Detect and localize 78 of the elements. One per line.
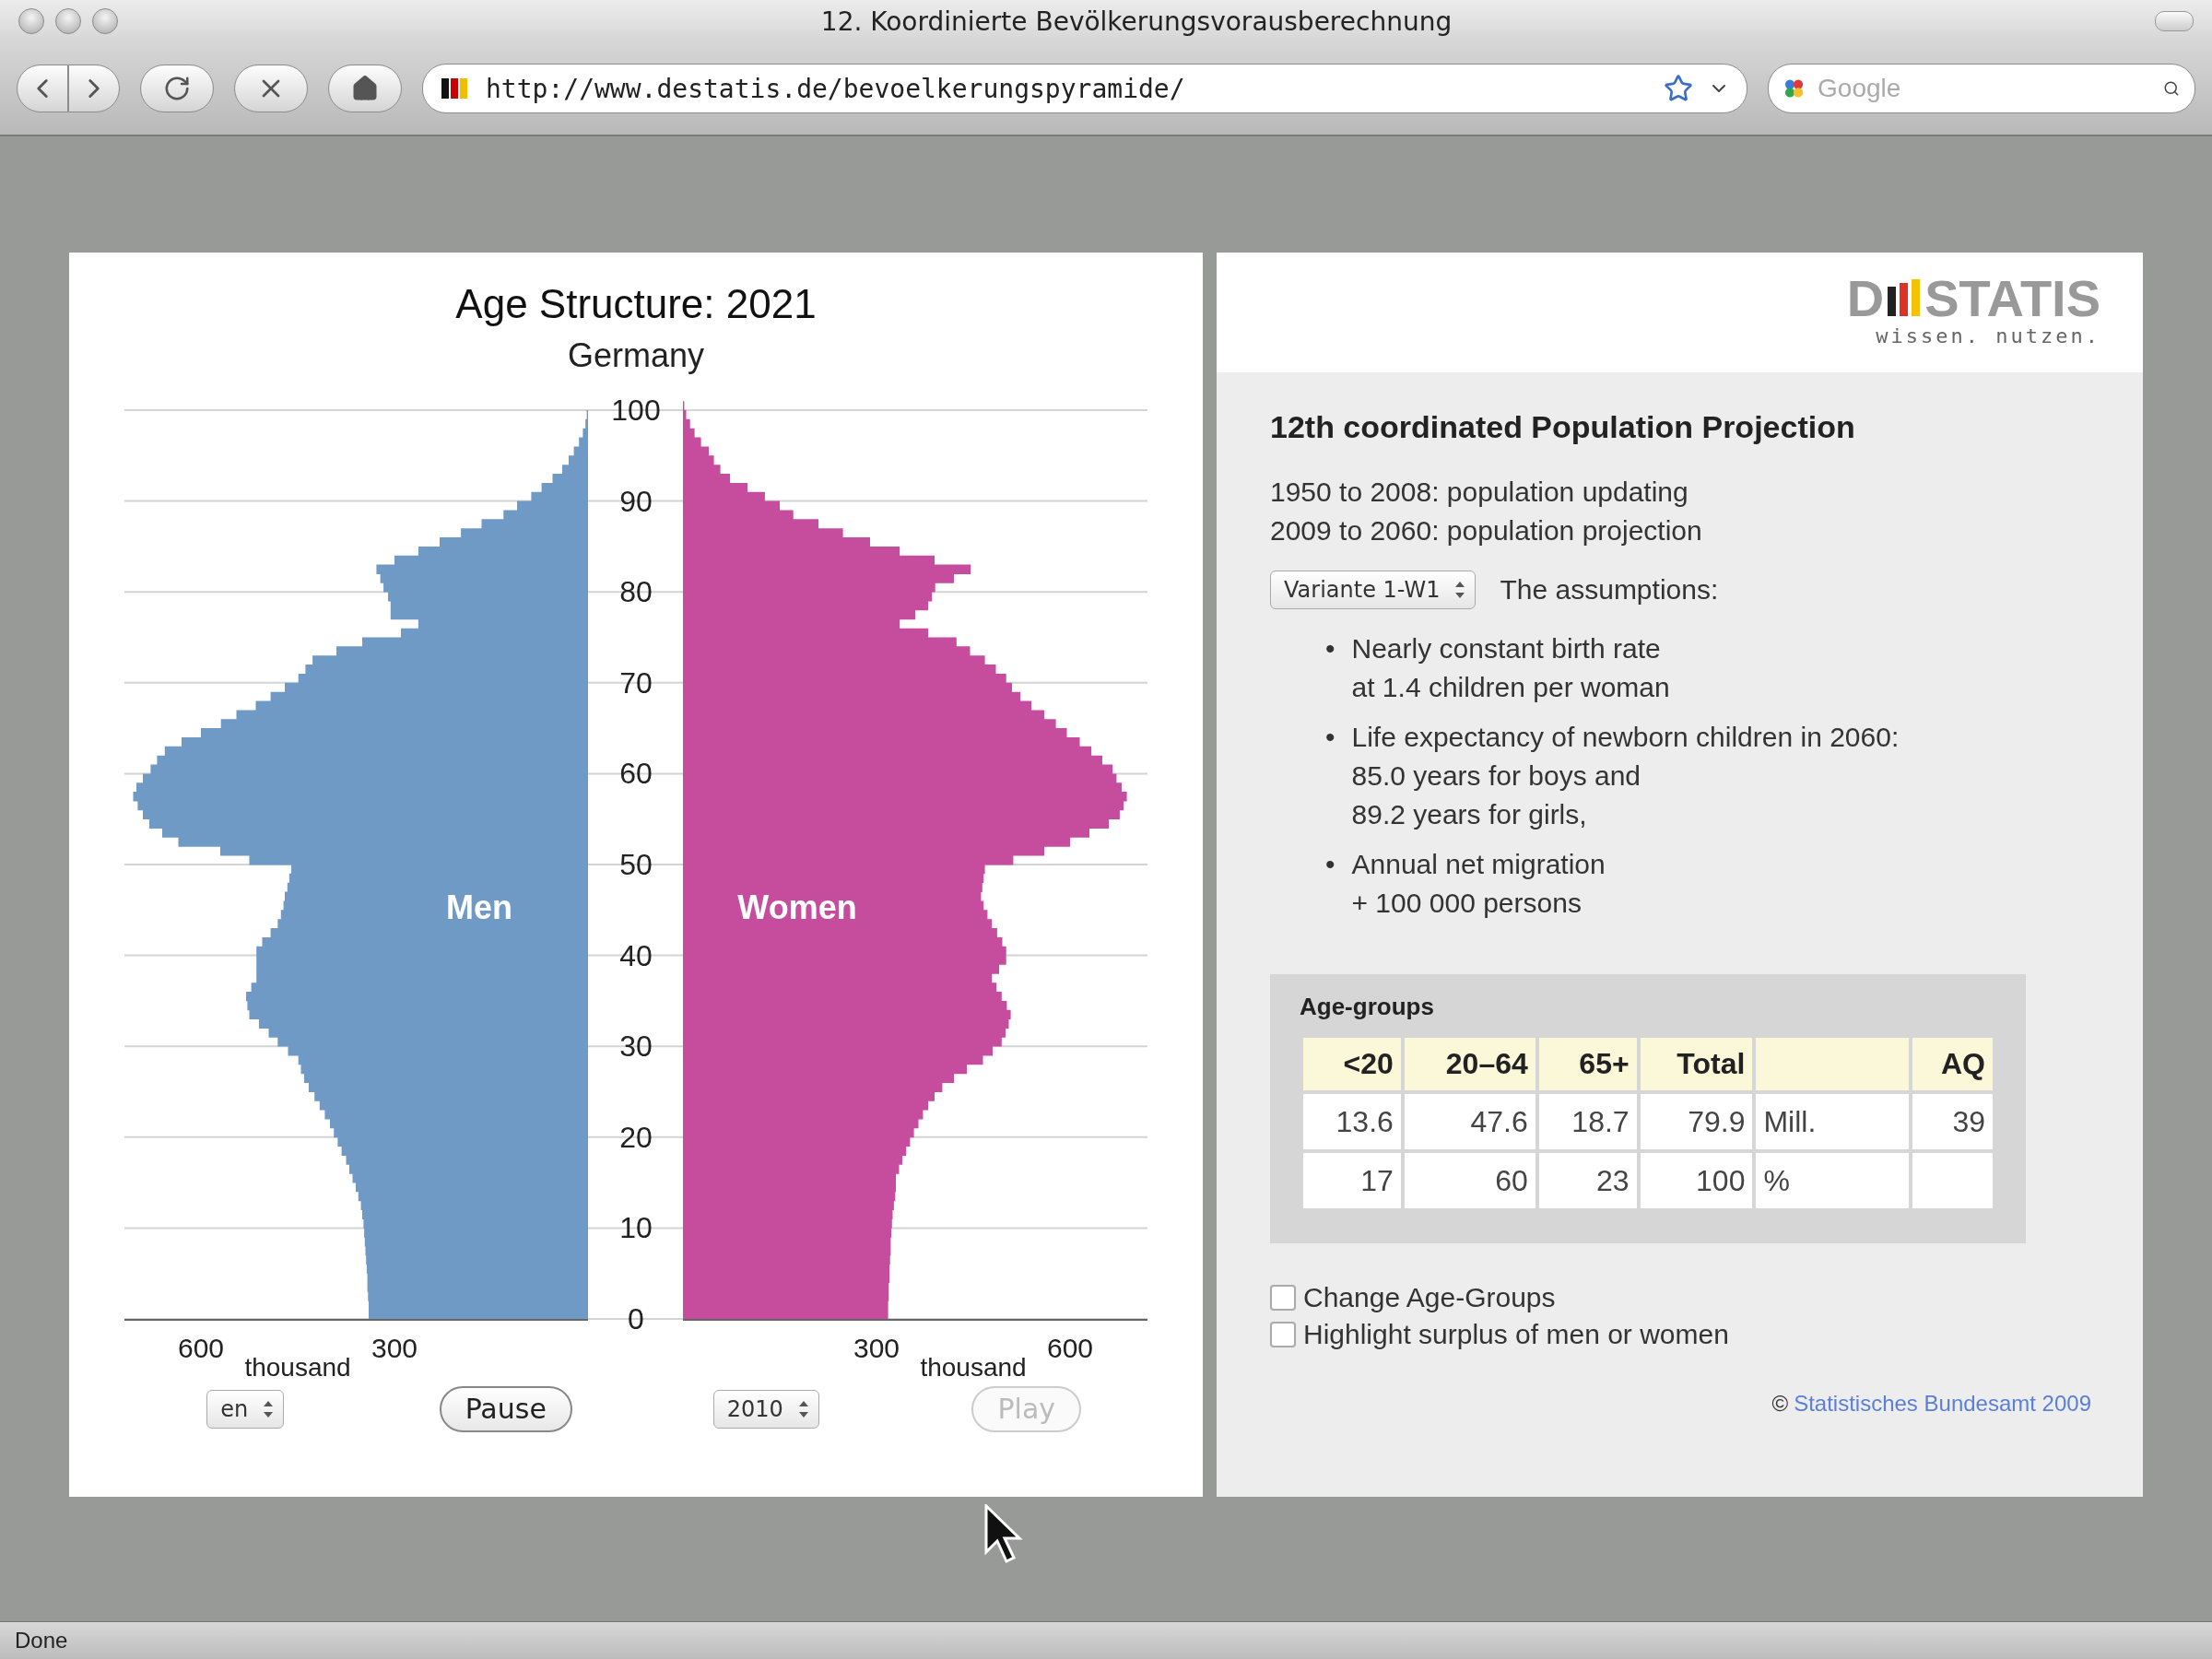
reload-icon xyxy=(163,75,191,102)
bullet: • xyxy=(1325,632,1335,665)
mouse-cursor-icon xyxy=(984,1504,1025,1565)
action-button[interactable]: Pause xyxy=(439,1385,572,1432)
checkbox[interactable] xyxy=(1270,1285,1296,1311)
chart-title: Age Structure: 2021 xyxy=(455,280,817,328)
table-cell: 39 xyxy=(1912,1094,1993,1149)
search-field[interactable]: Google xyxy=(1816,73,2153,104)
column-header: AQ xyxy=(1912,1038,1993,1090)
age-label: 80 xyxy=(619,575,653,608)
table-cell: 13.6 xyxy=(1303,1094,1401,1149)
toolbar-toggle-button[interactable] xyxy=(2155,11,2194,31)
axis-tick-label: 600 xyxy=(177,1332,225,1363)
table-cell: 18.7 xyxy=(1538,1094,1637,1149)
bookmark-star-icon[interactable] xyxy=(1664,74,1693,103)
age-label: 50 xyxy=(619,847,653,881)
window-button[interactable] xyxy=(55,8,81,34)
age-label: 100 xyxy=(611,393,661,427)
assumptions-label: The assumptions: xyxy=(1500,573,1719,606)
age-label: 90 xyxy=(619,484,653,518)
period-text: 1950 to 2008: population updating xyxy=(1270,476,1689,509)
axis-tick-label: 300 xyxy=(371,1332,418,1363)
assumption-text: Life expectancy of newborn children in 2060: 85.0 years for boys and 89.2 years for girls, xyxy=(1351,721,1900,831)
axis-tick-label: 600 xyxy=(1046,1332,1094,1363)
period-text: 2009 to 2060: population projection xyxy=(1270,514,1703,547)
forward-button[interactable] xyxy=(68,65,120,112)
table-cell: 60 xyxy=(1404,1153,1535,1208)
panel-title: Age-groups xyxy=(1300,993,1435,1021)
back-button[interactable] xyxy=(17,65,68,112)
copyright-symbol: © xyxy=(1771,1391,1789,1417)
series-label: Women xyxy=(737,888,857,926)
table-cell: 17 xyxy=(1303,1153,1401,1208)
bullet: • xyxy=(1325,848,1335,881)
axis-tick-label: 300 xyxy=(853,1332,900,1363)
table-cell: 79.9 xyxy=(1640,1094,1753,1149)
table-cell: 47.6 xyxy=(1404,1094,1535,1149)
column-header: 20–64 xyxy=(1404,1038,1535,1090)
variant-select[interactable]: Variante 1-W1 xyxy=(1270,571,1477,609)
select-field[interactable]: 2010 xyxy=(712,1389,819,1429)
table-cell: 100 xyxy=(1640,1153,1753,1208)
assumption-text: Annual net migration + 100 000 persons xyxy=(1351,848,1606,920)
logo-letter: D xyxy=(1846,273,1885,324)
assumption-text: Nearly constant birth rate at 1.4 children per woman xyxy=(1351,632,1670,704)
checkbox-label[interactable]: Change Age-Groups xyxy=(1303,1282,1556,1313)
logo-tagline: wissen. nutzen. xyxy=(1876,324,2100,347)
age-label: 40 xyxy=(619,938,653,972)
window-button[interactable] xyxy=(18,8,44,34)
search-box[interactable]: Google xyxy=(1768,64,2195,113)
table-cell: 23 xyxy=(1538,1153,1637,1208)
logo-text: STATIS xyxy=(1924,273,2100,324)
age-label: 30 xyxy=(619,1030,653,1063)
home-button[interactable] xyxy=(328,65,402,112)
age-label: 70 xyxy=(619,665,653,700)
panel-heading: 12th coordinated Population Projection xyxy=(1270,409,1856,445)
bullet: • xyxy=(1325,721,1335,754)
window-title: 12. Koordinierte Bevölkerungsvorausberechnung xyxy=(819,6,1453,37)
age-label: 20 xyxy=(619,1120,653,1154)
select-field[interactable]: en xyxy=(206,1389,285,1429)
age-label: 0 xyxy=(628,1301,644,1335)
table-cell: Mill. xyxy=(1756,1094,1910,1149)
column-header: <20 xyxy=(1303,1038,1401,1090)
reload-button[interactable] xyxy=(140,65,214,112)
checkbox[interactable] xyxy=(1270,1322,1296,1347)
status-text: Done xyxy=(15,1628,68,1653)
age-label: 60 xyxy=(619,757,653,791)
column-header: Total xyxy=(1640,1038,1753,1090)
chart-subtitle: Germany xyxy=(567,335,704,375)
axis-label: thousand xyxy=(244,1352,351,1382)
series-label: Men xyxy=(446,888,512,926)
axis-label: thousand xyxy=(920,1352,1027,1382)
column-header: 65+ xyxy=(1538,1038,1637,1090)
address-field[interactable]: http://www.destatis.de/bevoelkerungspyramide/ xyxy=(422,64,1747,113)
stop-button[interactable] xyxy=(234,65,308,112)
age-label: 10 xyxy=(619,1211,653,1245)
window-button[interactable] xyxy=(92,8,118,34)
table-cell: % xyxy=(1756,1153,1910,1208)
home-icon xyxy=(351,75,379,102)
checkbox-label[interactable]: Highlight surplus of men or women xyxy=(1303,1319,1729,1350)
